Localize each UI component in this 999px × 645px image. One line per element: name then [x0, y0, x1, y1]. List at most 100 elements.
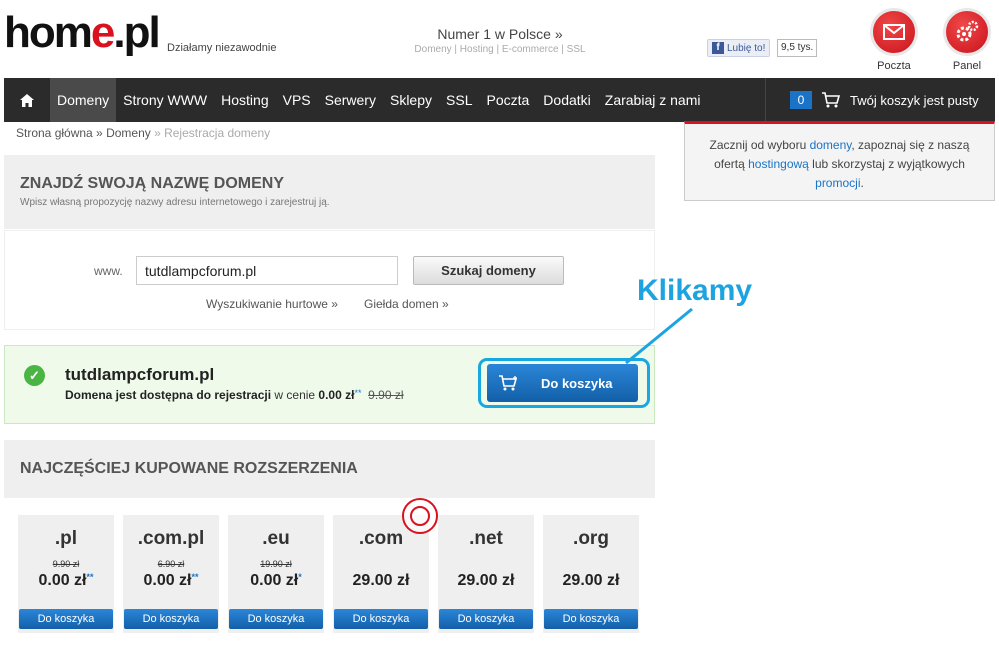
home-nav-button[interactable] [4, 78, 50, 122]
cart-count-badge: 0 [790, 91, 812, 109]
nav-item-vps[interactable]: VPS [276, 78, 318, 122]
panel-button[interactable]: Panel [943, 8, 995, 72]
tile-tld: .org [573, 528, 609, 549]
search-title: ZNAJDŹ SWOJĄ NAZWĘ DOMENY [20, 175, 284, 192]
nav-item-hosting[interactable]: Hosting [214, 78, 275, 122]
recommended-stamp [402, 498, 438, 534]
logo-accent: e [90, 8, 116, 57]
like-label: Lubię to! [727, 42, 766, 54]
tile-old-price: 6.90 zł [157, 559, 185, 569]
tile-price: 29.00 zł [333, 572, 429, 590]
tile-price: 29.00 zł [438, 572, 534, 590]
tile-price-footnote: ** [191, 572, 199, 582]
domain-exchange-link[interactable]: Giełda domen » [364, 297, 449, 311]
like-count: 9,5 tys. [777, 39, 818, 57]
add-to-cart-label: Do koszyka [541, 375, 613, 391]
tile-add-to-cart-button[interactable]: Do koszyka [439, 609, 533, 629]
extension-tile-eu: .eu 19.90 zł 0.00 zł* Do koszyka [228, 515, 324, 633]
stamp-ring [410, 506, 430, 526]
extensions-header: NAJCZĘŚCIEJ KUPOWANE ROZSZERZENIA [4, 440, 655, 498]
promo-links[interactable]: Domeny | Hosting | E-commerce | SSL [390, 44, 610, 55]
poczta-button[interactable]: Poczta [870, 8, 922, 72]
tile-old-price: 19.90 zł [260, 559, 292, 569]
cart-popup-link-promocji[interactable]: promocji [815, 176, 860, 190]
nav-item-strony-www[interactable]: Strony WWW [116, 78, 214, 122]
tile-old-price [543, 559, 639, 571]
extension-tile-com-pl: .com.pl 6.90 zł 0.00 zł** Do koszyka [123, 515, 219, 633]
add-to-cart-button[interactable]: Do koszyka [487, 364, 638, 402]
search-domain-button[interactable]: Szukaj domeny [413, 256, 564, 285]
home-icon [20, 93, 34, 107]
extensions-title: NAJCZĘŚCIEJ KUPOWANE ROZSZERZENIA [20, 460, 358, 477]
search-header: ZNAJDŹ SWOJĄ NAZWĘ DOMENY Wpisz własną p… [4, 155, 655, 229]
www-prefix: www. [94, 264, 123, 278]
nav-item-sklepy[interactable]: Sklepy [383, 78, 439, 122]
tile-add-to-cart-button[interactable]: Do koszyka [334, 609, 428, 629]
tile-add-to-cart-button[interactable]: Do koszyka [19, 609, 113, 629]
tile-price-value: 29.00 zł [352, 572, 410, 589]
cart-popup-text: Zacznij od wyboru [709, 138, 810, 152]
facebook-like-button[interactable]: f Lubię to! [707, 39, 771, 57]
add-to-cart-icon [499, 375, 518, 391]
tile-price-value: 0.00 zł [143, 572, 192, 589]
breadcrumb-separator: » [92, 126, 107, 140]
cart-button[interactable]: 0 Twój koszyk jest pusty [765, 78, 995, 122]
tile-old-price [438, 559, 534, 571]
tile-price: 0.00 zł* [228, 572, 324, 590]
logo-text: hom [4, 8, 93, 57]
facebook-icon: f [712, 42, 724, 54]
extension-tile-pl: .pl 9.90 zł 0.00 zł** Do koszyka [18, 515, 114, 633]
tile-old-price: 9.90 zł [52, 559, 80, 569]
tile-price: 0.00 zł** [123, 572, 219, 590]
panel-label: Panel [952, 60, 982, 72]
tile-tld: .net [469, 528, 503, 549]
availability-status: Domena jest dostępna do rejestracji [65, 388, 272, 402]
tile-tld: .com.pl [137, 528, 205, 549]
breadcrumb: Strona główna » Domeny » Rejestracja dom… [16, 126, 270, 140]
logo[interactable]: home.pl [4, 8, 161, 58]
nav-item-poczta[interactable]: Poczta [479, 78, 536, 122]
nav-item-dodatki[interactable]: Dodatki [536, 78, 597, 122]
breadcrumb-domains[interactable]: Domeny [106, 126, 151, 140]
breadcrumb-current: Rejestracja domeny [164, 126, 271, 140]
cart-icon [822, 92, 840, 108]
available-domain-name: tutdlampcforum.pl [65, 365, 215, 384]
cart-popup-link-hosting[interactable]: hostingową [748, 157, 809, 171]
tile-old-price [333, 559, 429, 571]
breadcrumb-home[interactable]: Strona główna [16, 126, 93, 140]
gear-icon [943, 8, 991, 56]
tile-add-to-cart-button[interactable]: Do koszyka [544, 609, 638, 629]
nav-item-ssl[interactable]: SSL [439, 78, 479, 122]
tile-price-footnote: * [298, 572, 302, 582]
tile-tld: .pl [54, 528, 78, 549]
tile-price-value: 29.00 zł [457, 572, 515, 589]
tile-add-to-cart-button[interactable]: Do koszyka [229, 609, 323, 629]
promo-title[interactable]: Numer 1 w Polsce » [390, 26, 610, 42]
tagline: Działamy niezawodnie [167, 42, 277, 54]
annotation-text: Klikamy [637, 274, 753, 307]
nav-item-serwery[interactable]: Serwery [318, 78, 383, 122]
tile-price: 0.00 zł** [18, 572, 114, 590]
tile-price-footnote: ** [86, 572, 94, 582]
tile-price-value: 0.00 zł [38, 572, 87, 589]
cart-popup-text: . [860, 176, 864, 190]
nav-item-domeny[interactable]: Domeny [50, 78, 117, 122]
annotation-arrow [625, 307, 693, 365]
logo-tld: .pl [113, 8, 160, 57]
availability-old-price: 9.90 zł [368, 388, 404, 402]
cart-popup: Zacznij od wyboru domeny, zapoznaj się z… [684, 121, 995, 201]
tile-add-to-cart-button[interactable]: Do koszyka [124, 609, 218, 629]
bulk-search-link[interactable]: Wyszukiwanie hurtowe » [206, 297, 338, 311]
tile-price-value: 0.00 zł [250, 572, 299, 589]
tile-price: 29.00 zł [543, 572, 639, 590]
nav-item-zarabiaj[interactable]: Zarabiaj z nami [598, 78, 708, 122]
domain-search-input[interactable] [136, 256, 398, 285]
search-subtitle: Wpisz własną propozycję nazwy adresu int… [20, 197, 330, 208]
availability-mid: w cenie [271, 388, 319, 402]
check-icon: ✓ [24, 365, 45, 386]
cart-popup-link-domeny[interactable]: domeny [810, 138, 852, 152]
breadcrumb-separator: » [150, 126, 165, 140]
cart-label: Twój koszyk jest pusty [850, 92, 979, 108]
mail-icon [870, 8, 918, 56]
price-footnote: ** [354, 388, 362, 398]
